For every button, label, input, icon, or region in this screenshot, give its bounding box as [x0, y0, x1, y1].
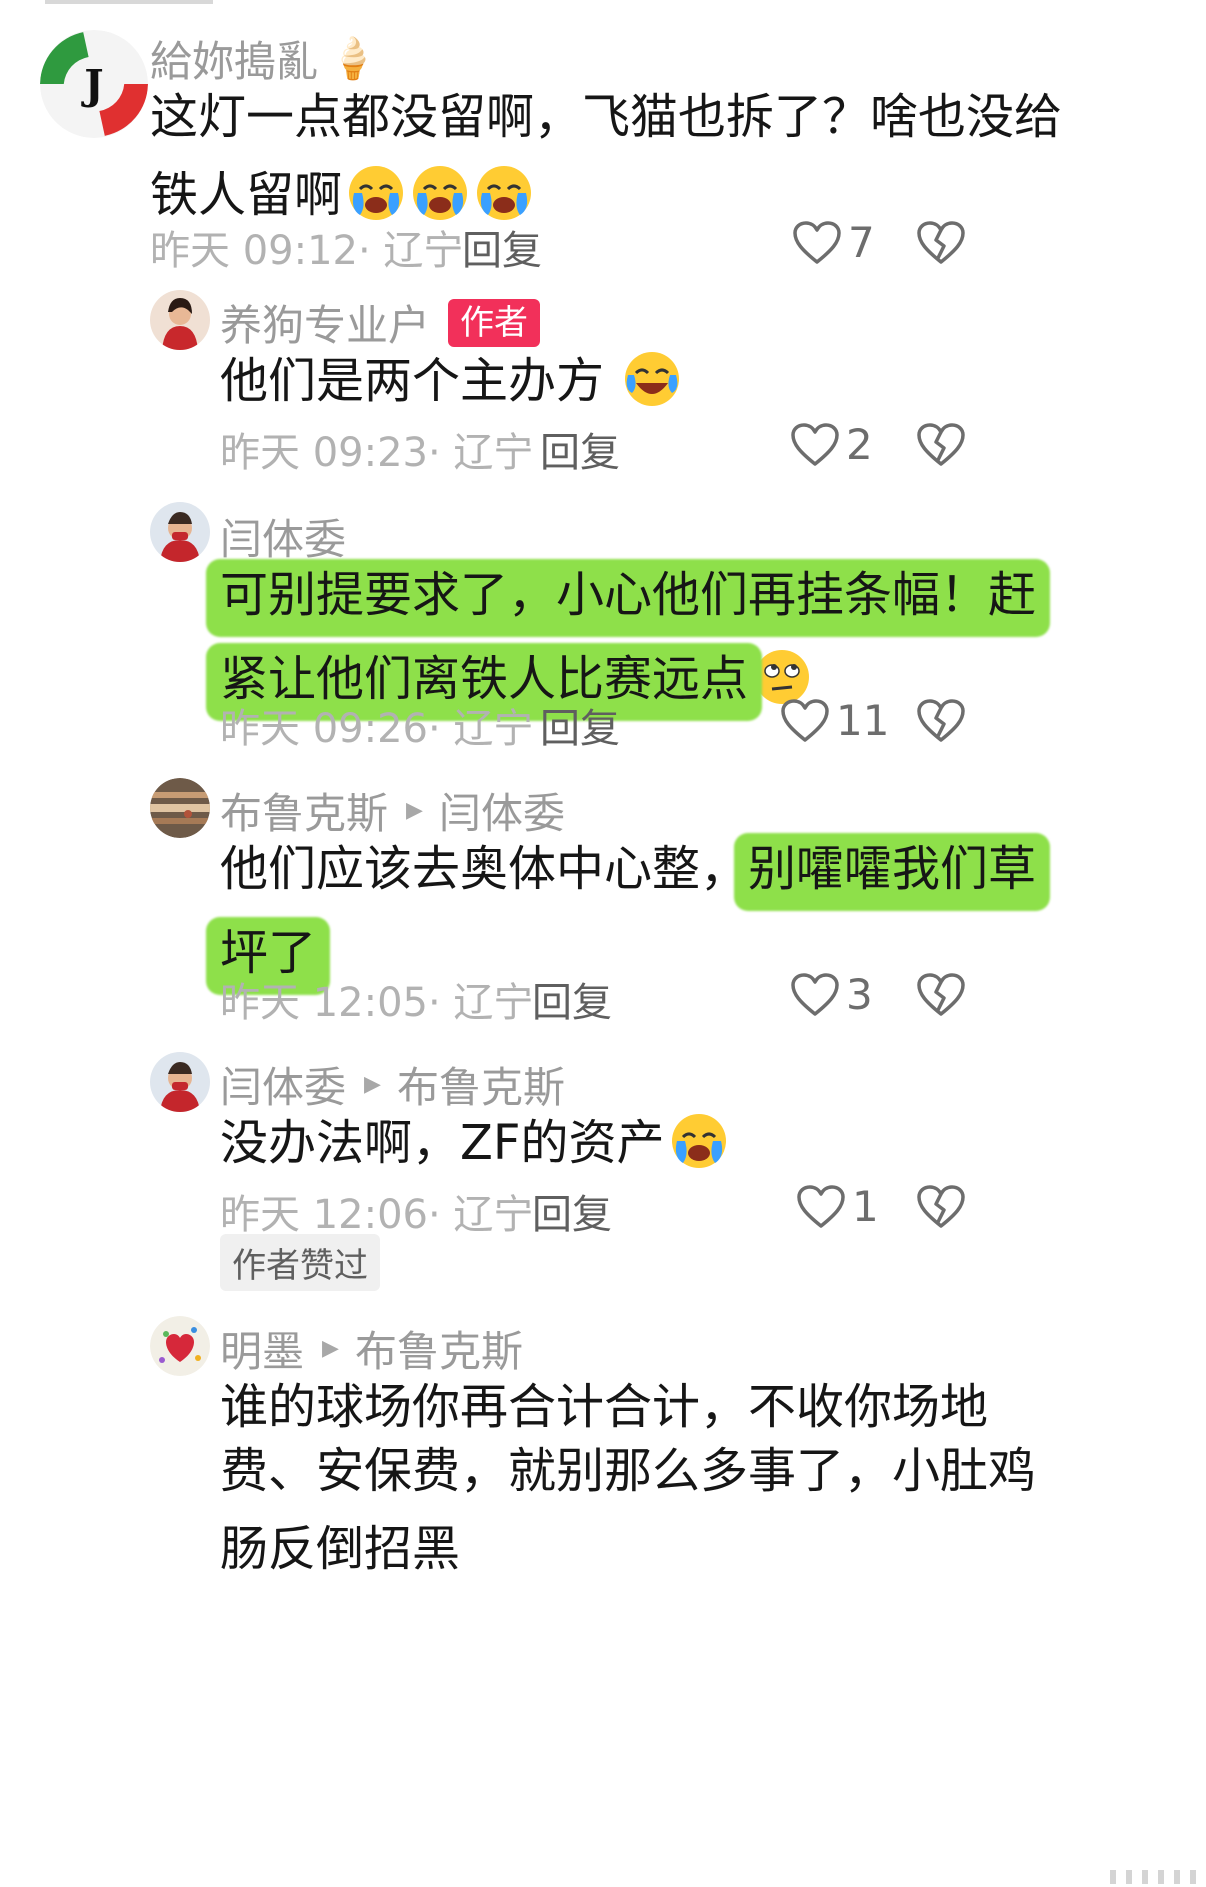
reply-button[interactable]: 回复 [532, 970, 612, 1028]
crying-face-icon [346, 163, 406, 223]
svg-text:J: J [81, 60, 103, 109]
comment-meta: 昨天 09:23· 辽宁 [220, 430, 534, 476]
reply-arrow-icon: ▶ [406, 798, 423, 823]
author-liked-badge: 作者赞过 [220, 1234, 380, 1291]
heart-icon [797, 1184, 845, 1228]
dislike-button[interactable] [916, 1184, 966, 1230]
heart-icon [793, 220, 841, 264]
dislike-button[interactable] [916, 698, 966, 744]
user-avatar[interactable] [150, 778, 210, 838]
comment-meta: 昨天 12:06· 辽宁 [220, 1192, 534, 1238]
comment-text: 他们应该去奥体中心整，别嚯嚯我们草 坪了 [220, 830, 1036, 992]
comment-meta: 昨天 09:26· 辽宁 [220, 706, 534, 752]
comment-meta: 昨天 12:05· 辽宁 [220, 980, 534, 1026]
heart-icon [791, 972, 839, 1016]
dislike-button[interactable] [916, 422, 966, 468]
broken-heart-icon [917, 699, 965, 742]
comment-line-text: 他们是两个主办方 [220, 353, 605, 409]
comment-text: 这灯一点都没留啊，飞猫也拆了？啥也没给 铁人留啊 [150, 78, 1062, 234]
like-count: 2 [846, 420, 873, 469]
comment-line-text: 没办法啊，ZF的资产 [220, 1115, 665, 1171]
tears-of-joy-icon [622, 349, 682, 409]
user-avatar[interactable] [150, 502, 210, 562]
user-avatar[interactable] [150, 290, 210, 350]
user-avatar[interactable]: J [40, 30, 148, 138]
like-button[interactable]: 3 [790, 970, 873, 1019]
comment-line-text: 他们应该去奥体中心整， [220, 841, 749, 897]
broken-heart-icon [917, 221, 965, 264]
comment-line: 没办法啊，ZF的资产 [220, 1104, 729, 1182]
like-count: 11 [836, 696, 890, 745]
comment-text: 他们是两个主办方 [220, 342, 682, 420]
reply-button[interactable]: 回复 [532, 1182, 612, 1240]
scroll-indicator [1110, 1866, 1206, 1886]
comment-meta: 昨天 09:12· 辽宁 [150, 228, 464, 274]
comment-line: 这灯一点都没留啊，飞猫也拆了？啥也没给 [150, 89, 1063, 145]
author-badge: 作者 [448, 298, 541, 347]
user-avatar[interactable] [150, 1052, 210, 1112]
reply-arrow-icon: ▶ [364, 1072, 381, 1097]
dislike-button[interactable] [916, 972, 966, 1018]
dislike-button[interactable] [916, 220, 966, 266]
crying-face-icon [410, 163, 470, 223]
like-button[interactable]: 7 [792, 218, 875, 267]
comment-text: 可别提要求了，小心他们再挂条幅！赶 紧让他们离铁人比赛远点 [220, 556, 1036, 718]
comment-line: 肠反倒招黑 [220, 1521, 461, 1577]
like-count: 3 [846, 970, 873, 1019]
like-button[interactable]: 2 [790, 420, 873, 469]
reply-button[interactable]: 回复 [540, 420, 620, 478]
broken-heart-icon [917, 973, 965, 1016]
reply-button[interactable]: 回复 [462, 218, 542, 276]
ice-cream-icon: 🍦 [328, 36, 378, 82]
comment-text: 谁的球场你再合计合计，不收你场地 费、安保费，就别那么多事了，小肚鸡 肠反倒招黑 [220, 1368, 1036, 1588]
reply-button[interactable]: 回复 [540, 696, 620, 754]
broken-heart-icon [917, 1185, 965, 1228]
comment-line: 他们应该去奥体中心整，别嚯嚯我们草 [220, 830, 1036, 908]
crying-face-icon [669, 1111, 729, 1171]
juventus-avatar-icon: J [40, 30, 148, 138]
crying-face-icon [474, 163, 534, 223]
heart-icon [791, 422, 839, 466]
comment-line: 费、安保费，就别那么多事了，小肚鸡 [220, 1443, 1037, 1499]
like-count: 7 [848, 218, 875, 267]
reply-arrow-icon: ▶ [322, 1336, 339, 1361]
highlight-mark: 别嚯嚯我们草 [748, 841, 1037, 897]
comment-line: 他们是两个主办方 [220, 342, 682, 420]
highlight-mark: 可别提要求了，小心他们再挂条幅！赶 [220, 567, 1037, 623]
heart-icon [781, 698, 829, 742]
broken-heart-icon [917, 423, 965, 466]
like-count: 1 [852, 1182, 879, 1231]
like-button[interactable]: 1 [796, 1182, 879, 1231]
comment-line: 可别提要求了，小心他们再挂条幅！赶 [220, 556, 1036, 634]
comment-line-text: 铁人留啊 [150, 167, 343, 223]
like-button[interactable]: 11 [780, 696, 889, 745]
user-avatar[interactable] [150, 1316, 210, 1376]
comment-text: 没办法啊，ZF的资产 [220, 1104, 729, 1182]
top-divider [45, 0, 213, 4]
